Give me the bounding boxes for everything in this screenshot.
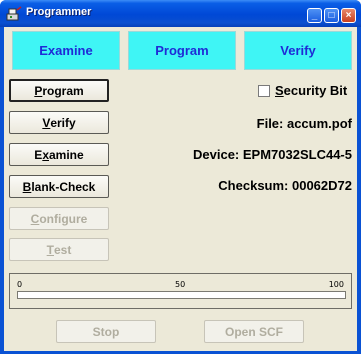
progress-tick-100: 100 [328,280,344,289]
window-title: Programmer [26,6,92,18]
examine-label-suffix: amine [49,147,84,162]
program-button[interactable]: Program [9,79,109,102]
configure-label-suffix: onfigure [39,211,88,226]
minimize-icon: _ [311,9,318,21]
security-bit-label-accel: S [275,83,284,98]
tab-verify[interactable]: Verify [244,31,352,70]
progress-tick-50: 50 [175,280,186,289]
title-bar[interactable]: Programmer _ □ × [0,0,361,27]
stop-button[interactable]: Stop [56,320,156,343]
programmer-window: Programmer _ □ × Examine Program Verify … [0,0,361,354]
test-label-suffix: est [54,242,72,257]
progress-panel: 0 50 100 [9,273,352,309]
program-label-suffix: rogram [42,83,84,98]
test-button[interactable]: Test [9,238,109,261]
progress-tick-0: 0 [17,280,23,289]
examine-label-accel: x [42,147,49,162]
configure-label-accel: C [30,211,40,226]
verify-button[interactable]: Verify [9,111,109,134]
close-button[interactable]: × [341,8,356,23]
progress-bar [17,291,346,299]
close-icon: × [345,9,352,21]
examine-button[interactable]: Ex amine [9,143,109,166]
blank-check-label-accel: B [22,179,32,194]
program-label-accel: P [34,83,43,98]
verify-label-accel: V [42,115,51,130]
blank-check-button[interactable]: Blank-Check [9,175,109,198]
tab-program[interactable]: Program [128,31,236,70]
blank-check-label-suffix: lank-Check [31,179,96,194]
maximize-icon: □ [328,9,335,21]
security-bit-checkbox[interactable] [258,84,270,97]
minimize-button[interactable]: _ [307,8,322,23]
device-info: Device: EPM7032SLC44-5 [193,147,352,162]
examine-label-prefix: E [34,147,43,162]
security-bit-option[interactable]: Security Bit [258,83,347,98]
programmer-client-area: Examine Program Verify Program Verify Ex… [4,27,357,351]
test-label-accel: T [46,242,54,257]
configure-button[interactable]: Configure [9,207,109,230]
file-info: File: accum.pof [256,116,352,131]
tab-examine[interactable]: Examine [12,31,120,70]
maximize-button[interactable]: □ [324,8,339,23]
open-scf-button[interactable]: Open SCF [204,320,304,343]
programmer-app-icon [6,6,22,21]
security-bit-label: Security Bit [275,83,347,98]
progress-scale: 0 50 100 [10,274,351,290]
verify-label-suffix: erify [50,115,76,130]
security-bit-label-rest: ecurity Bit [283,83,348,98]
checksum-info: Checksum: 00062D72 [218,178,352,193]
